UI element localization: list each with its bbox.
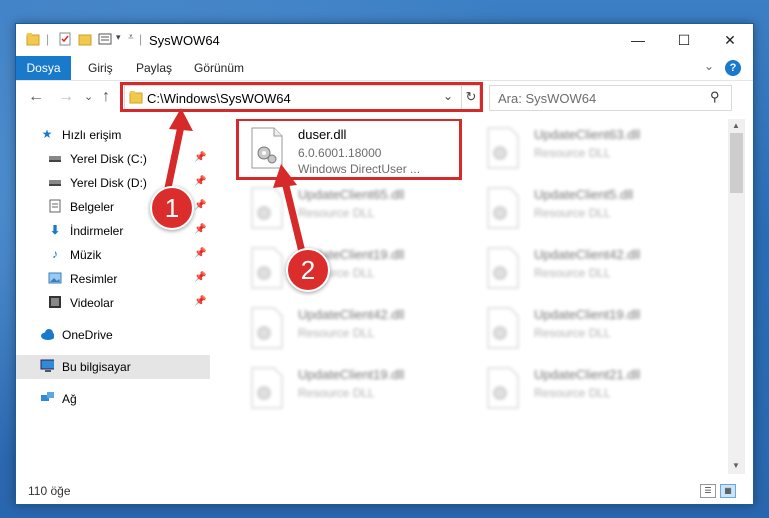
step-2-badge: 2	[286, 248, 330, 292]
annotation-arrows	[164, 108, 306, 256]
arrow-1	[164, 108, 193, 192]
step-1-badge: 1	[150, 186, 194, 230]
arrow-2	[273, 164, 306, 256]
